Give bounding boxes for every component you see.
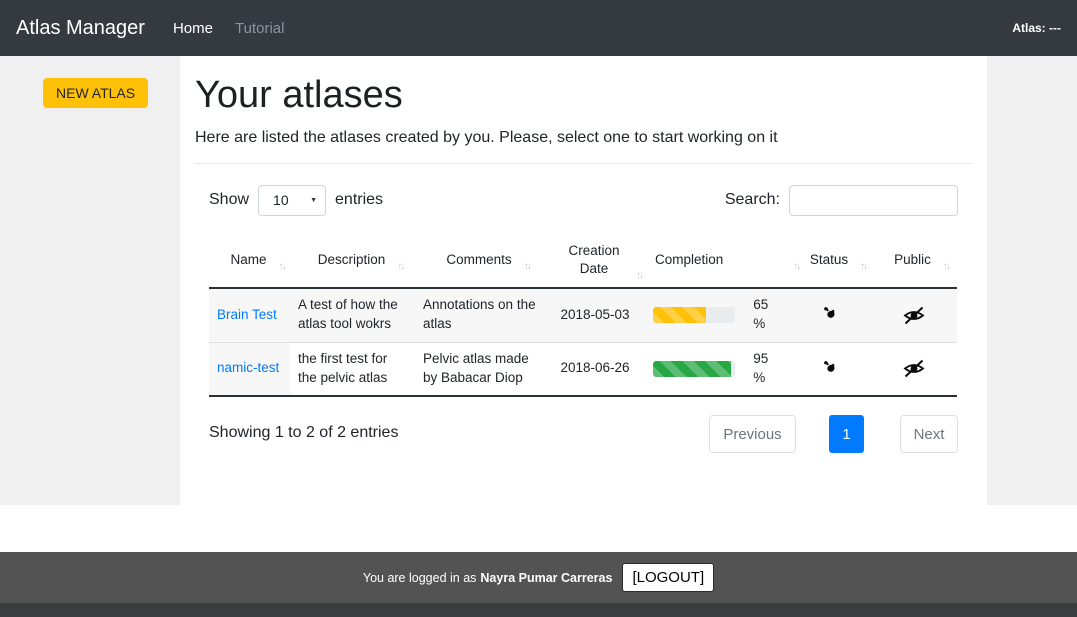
current-atlas-status: Atlas: --- <box>1012 21 1061 35</box>
right-gutter <box>987 56 1077 505</box>
page-subtitle: Here are listed the atlases created by y… <box>195 129 972 147</box>
pagination: Previous 1 Next <box>709 415 958 453</box>
main-panel: Your atlases Here are listed the atlases… <box>180 56 987 505</box>
next-page-button[interactable]: Next <box>900 415 958 453</box>
search-input[interactable] <box>789 185 958 216</box>
footer-bottom-strip <box>0 603 1077 617</box>
column-header-name[interactable]: Name↑↓ <box>209 233 290 288</box>
nav-item-tutorial[interactable]: Tutorial <box>235 20 284 37</box>
previous-page-button[interactable]: Previous <box>709 415 796 453</box>
chevron-down-icon: ▼ <box>310 197 317 204</box>
table-row: namic-test the first test for the pelvic… <box>209 342 957 396</box>
left-sidebar <box>0 56 180 505</box>
search-label: Search: <box>725 191 780 209</box>
page-number-button[interactable]: 1 <box>829 415 864 453</box>
description-cell: A test of how the atlas tool wokrs <box>290 288 415 342</box>
sort-icon: ↑↓ <box>860 260 866 274</box>
page-title: Your atlases <box>195 74 972 117</box>
completion-cell: 95 % <box>645 342 790 396</box>
sort-icon: ↑↓ <box>943 260 949 274</box>
column-header-completion[interactable]: Completion↑↓ <box>645 233 790 288</box>
brand-title[interactable]: Atlas Manager <box>16 17 145 40</box>
column-header-creation-date[interactable]: Creation Date↑↓ <box>545 233 645 288</box>
sort-icon: ↑↓ <box>524 260 530 274</box>
top-navbar: Atlas Manager Home Tutorial Atlas: --- <box>0 0 1077 56</box>
sort-icon: ↑↓ <box>397 260 403 274</box>
column-header-description[interactable]: Description↑↓ <box>290 233 415 288</box>
new-atlas-button[interactable]: NEW ATLAS <box>43 78 148 108</box>
logged-in-user: Nayra Pumar Carreras <box>480 571 612 585</box>
description-cell: the first test for the pelvic atlas <box>290 342 415 396</box>
entries-label: entries <box>335 191 383 209</box>
atlases-table: Name↑↓ Description↑↓ Comments↑↓ Creation… <box>209 233 957 397</box>
page-footer: You are logged in as Nayra Pumar Carrera… <box>0 552 1077 603</box>
search-control: Search: <box>725 185 958 216</box>
completion-cell: 65 % <box>645 288 790 342</box>
entries-per-page-value: 10 <box>259 192 289 208</box>
entries-per-page-select[interactable]: 10 ▼ <box>258 185 326 216</box>
atlas-link[interactable]: Brain Test <box>217 307 277 322</box>
logged-in-text: You are logged in as <box>363 571 477 585</box>
column-header-comments[interactable]: Comments↑↓ <box>415 233 545 288</box>
progress-bar <box>653 307 735 323</box>
creation-date-cell: 2018-06-26 <box>545 342 645 396</box>
completion-percent-label: 95 % <box>753 350 782 388</box>
eye-slash-icon[interactable] <box>902 359 926 378</box>
sort-icon: ↑↓ <box>793 260 799 274</box>
atlas-link[interactable]: namic-test <box>217 360 279 375</box>
working-hand-status-icon <box>822 360 839 378</box>
working-hand-status-icon <box>822 306 839 324</box>
entries-length-control: Show 10 ▼ entries <box>209 185 383 216</box>
table-header-row: Name↑↓ Description↑↓ Comments↑↓ Creation… <box>209 233 957 288</box>
column-header-public[interactable]: Public↑↓ <box>870 233 957 288</box>
creation-date-cell: 2018-05-03 <box>545 288 645 342</box>
sort-icon: ↑↓ <box>636 269 642 283</box>
divider <box>195 163 972 164</box>
status-cell <box>790 342 870 396</box>
eye-slash-icon[interactable] <box>902 306 926 325</box>
sort-icon: ↑↓ <box>279 260 285 274</box>
table-row: Brain Test A test of how the atlas tool … <box>209 288 957 342</box>
entries-info: Showing 1 to 2 of 2 entries <box>209 415 398 442</box>
progress-bar <box>653 361 735 377</box>
status-cell <box>790 288 870 342</box>
column-header-status[interactable]: Status↑↓ <box>790 233 870 288</box>
public-cell <box>870 342 957 396</box>
comments-cell: Annotations on the atlas <box>415 288 545 342</box>
logout-button[interactable]: [LOGOUT] <box>622 563 714 592</box>
completion-percent-label: 65 % <box>753 296 782 334</box>
show-label: Show <box>209 191 249 209</box>
public-cell <box>870 288 957 342</box>
nav-item-home[interactable]: Home <box>173 20 213 37</box>
comments-cell: Pelvic atlas made by Babacar Diop <box>415 342 545 396</box>
